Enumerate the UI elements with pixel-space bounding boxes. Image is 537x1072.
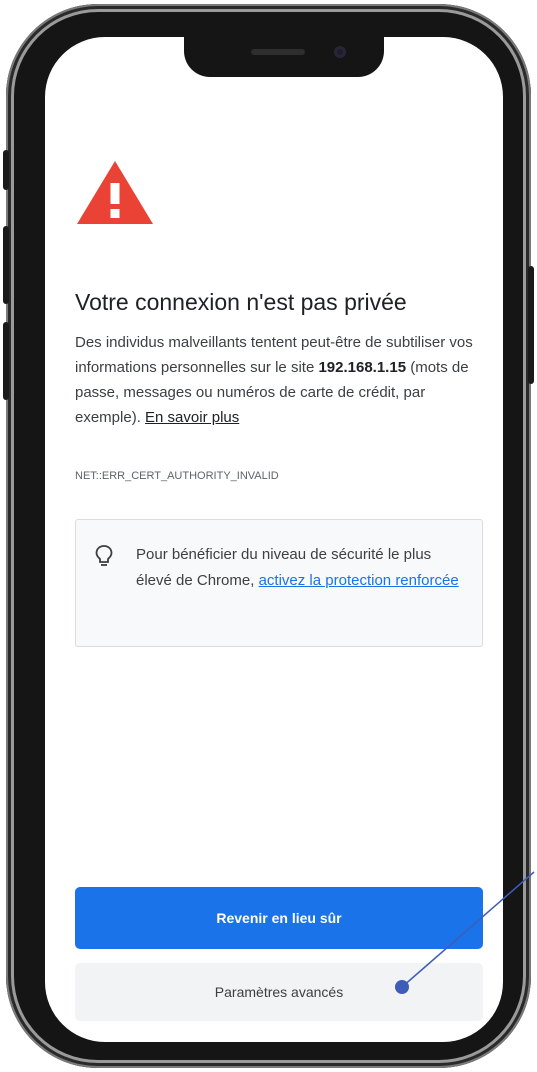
lightbulb-icon <box>94 544 114 573</box>
enhanced-protection-link[interactable]: activez la protection renforcée <box>259 572 459 589</box>
warning-triangle-icon <box>75 157 155 232</box>
page-title: Votre connexion n'est pas privée <box>75 289 407 315</box>
silent-switch <box>3 150 9 190</box>
volume-up-button <box>3 226 9 304</box>
site-host: 192.168.1.15 <box>318 359 407 376</box>
browser-screen: Votre connexion n'est pas privée Des ind… <box>45 37 503 1042</box>
error-code: NET::ERR_CERT_AUTHORITY_INVALID <box>75 470 279 482</box>
advanced-settings-button[interactable]: Paramètres avancés <box>75 963 483 1021</box>
speaker-grille <box>251 49 305 55</box>
error-description: Des individus malveillants tentent peut-… <box>75 330 485 430</box>
learn-more-link[interactable]: En savoir plus <box>145 409 239 426</box>
power-button <box>528 266 534 384</box>
volume-down-button <box>3 322 9 400</box>
notch <box>184 37 384 77</box>
front-camera <box>334 46 346 58</box>
phone-frame: Votre connexion n'est pas privée Des ind… <box>3 4 534 1068</box>
tip-text: Pour bénéficier du niveau de sécurité le… <box>136 542 466 594</box>
back-to-safety-button[interactable]: Revenir en lieu sûr <box>75 887 483 949</box>
enhanced-protection-tip: Pour bénéficier du niveau de sécurité le… <box>75 519 483 647</box>
